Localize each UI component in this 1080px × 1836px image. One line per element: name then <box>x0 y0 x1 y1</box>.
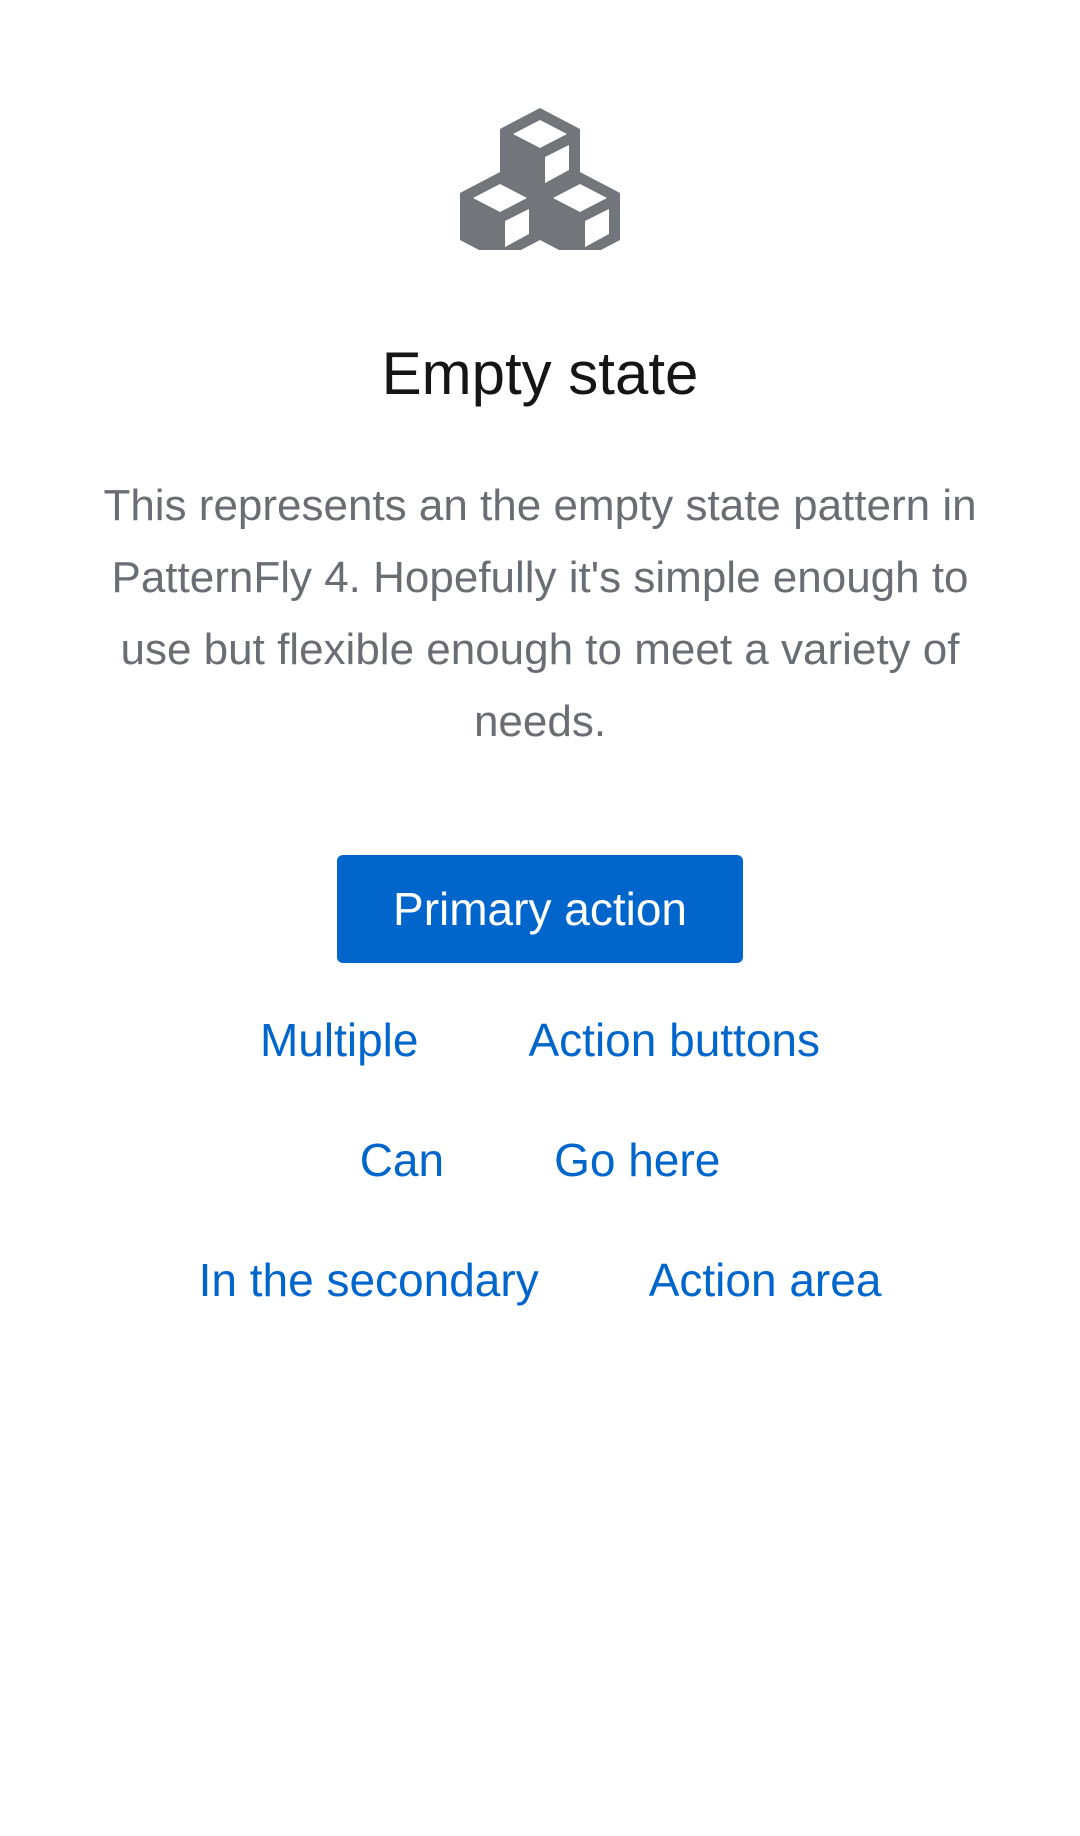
cubes-icon <box>460 108 620 250</box>
go-here-link-button[interactable]: Go here <box>554 1120 720 1200</box>
can-link-button[interactable]: Can <box>360 1120 444 1200</box>
action-buttons-link-button[interactable]: Action buttons <box>528 1000 820 1080</box>
empty-state: Empty state This represents an the empty… <box>0 0 1080 1836</box>
primary-action-button[interactable]: Primary action <box>337 855 743 963</box>
in-the-secondary-link-button[interactable]: In the secondary <box>199 1240 539 1320</box>
empty-state-title: Empty state <box>381 340 699 407</box>
secondary-actions-row-3: In the secondary Action area <box>0 1240 1080 1320</box>
empty-state-body: This represents an the empty state patte… <box>103 481 977 746</box>
secondary-actions-row-1: Multiple Action buttons <box>0 1000 1080 1080</box>
cubes-icon-wrapper <box>0 102 1080 250</box>
multiple-link-button[interactable]: Multiple <box>260 1000 419 1080</box>
secondary-actions-row-2: Can Go here <box>0 1120 1080 1200</box>
action-area-link-button[interactable]: Action area <box>649 1240 882 1320</box>
